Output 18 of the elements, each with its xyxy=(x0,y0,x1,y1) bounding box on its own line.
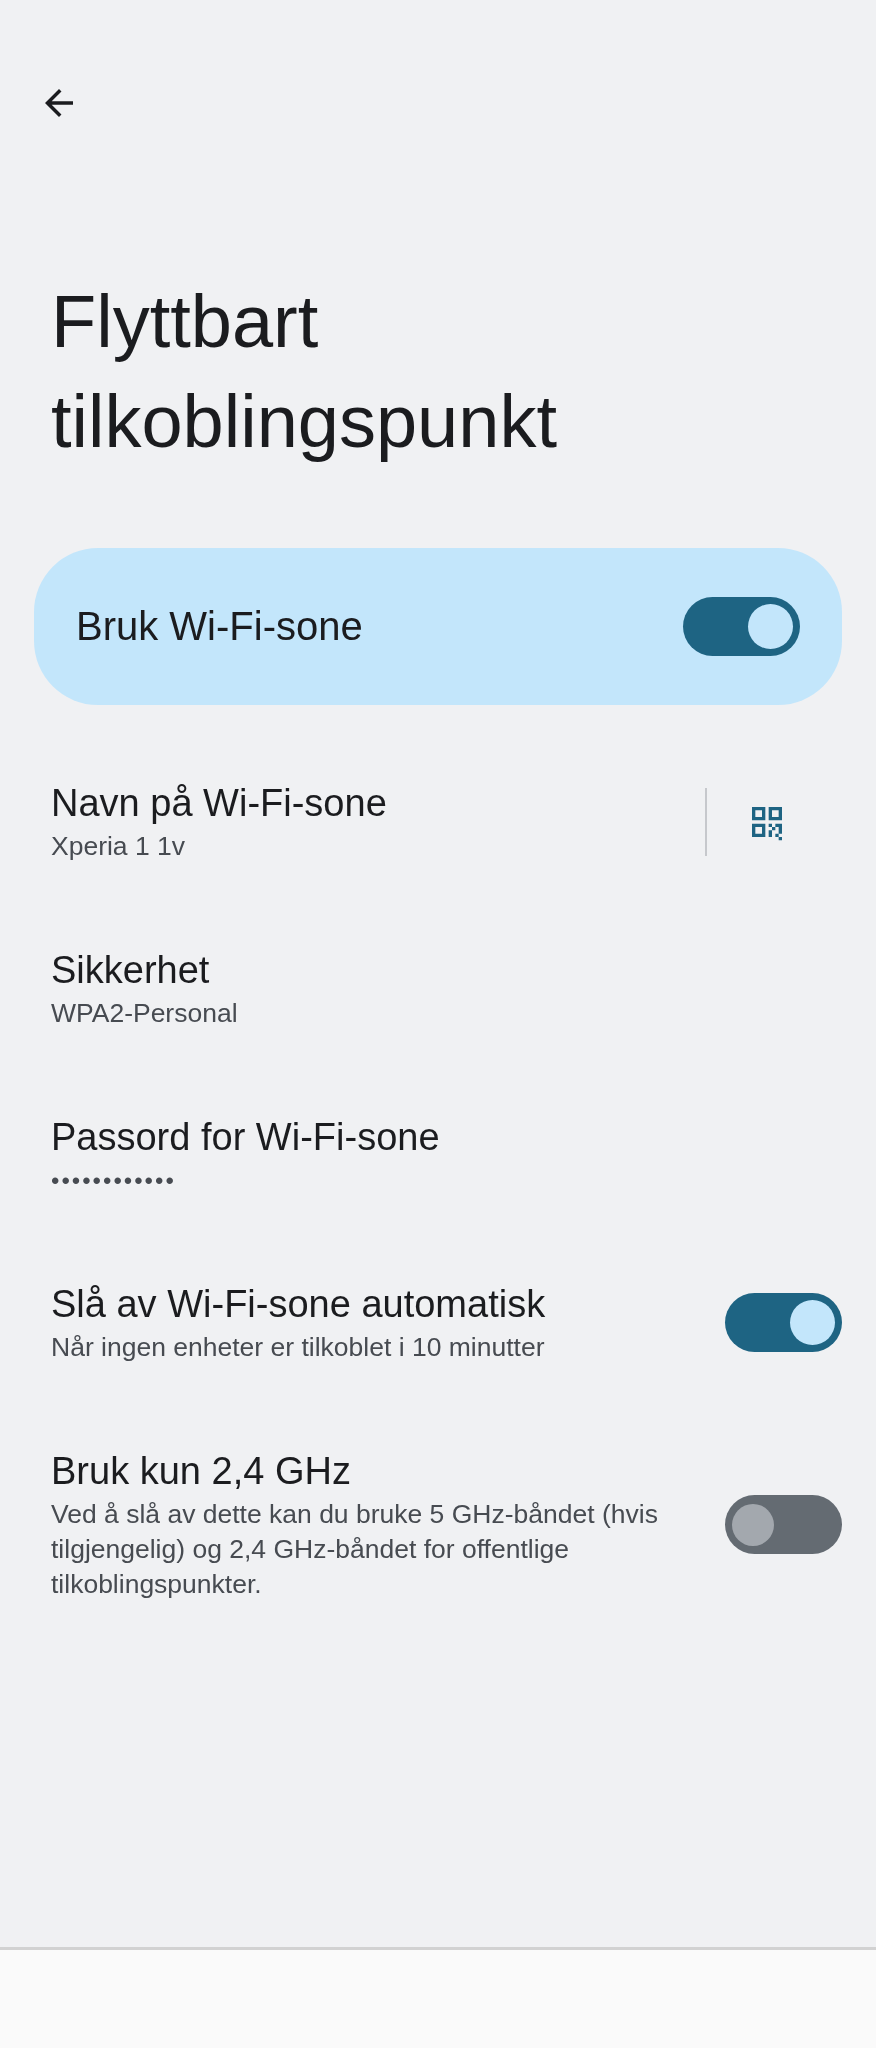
page-title: Flyttbart tilkoblingspunkt xyxy=(51,279,558,465)
password-dots: •••••••••••• xyxy=(51,1166,177,1196)
main-switch-label: Bruk Wi-Fi-sone xyxy=(76,604,363,649)
setting-row[interactable]: Navn på Wi-Fi-sone Xperia 1 1v xyxy=(0,745,876,912)
setting-row[interactable]: Sikkerhet WPA2-Personal xyxy=(0,912,876,1079)
setting-summary: WPA2-Personal xyxy=(51,997,239,1030)
setting-row[interactable]: Passord for Wi-Fi-sone •••••••••••• xyxy=(0,1079,876,1246)
setting-title: Bruk kun 2,4 GHz xyxy=(51,1449,352,1494)
setting-title: Sikkerhet xyxy=(51,948,211,993)
setting-row[interactable]: Slå av Wi-Fi-sone automatisk Når ingen enheter er tilkoblet i 10 minutter xyxy=(0,1246,876,1413)
setting-title: Navn på Wi-Fi-sone xyxy=(51,781,388,826)
setting-row[interactable]: Bruk kun 2,4 GHz Ved å slå av dette kan du bruke 5 GHz-båndet (hvis tilgjengelig) og 2,4 GHz-båndet for offentlige tilkoblingspunkter. xyxy=(0,1413,876,1650)
setting-title: Passord for Wi-Fi-sone xyxy=(51,1115,441,1160)
setting-title: Slå av Wi-Fi-sone automatisk xyxy=(51,1282,547,1327)
setting-summary: Ved å slå av dette kan du bruke 5 GHz-båndet (hvis tilgjengelig) og 2,4 GHz-båndet for offentlige tilkoblingspunkter. xyxy=(51,1498,659,1601)
setting-summary: Xperia 1 1v xyxy=(51,830,187,863)
setting-summary: Når ingen enheter er tilkoblet i 10 minutter xyxy=(51,1331,546,1364)
main-switch-card[interactable]: Bruk Wi-Fi-sone xyxy=(34,548,842,705)
